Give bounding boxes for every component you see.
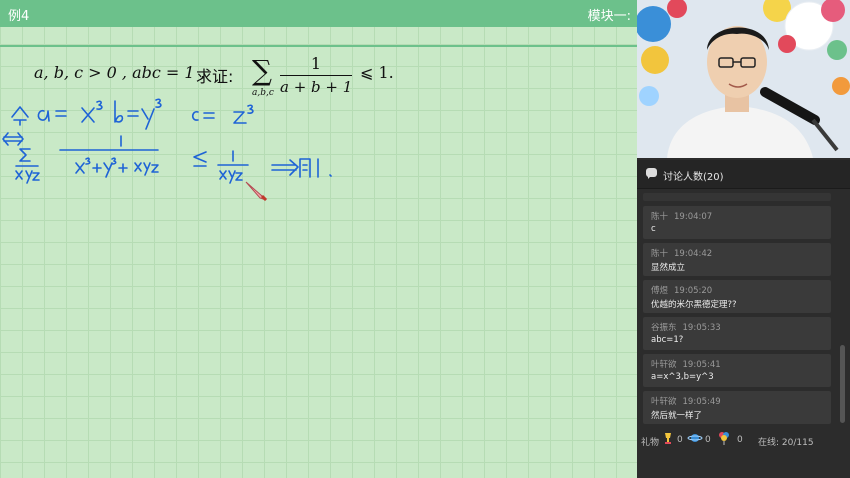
handwritten-annotation (2, 98, 332, 184)
example-title: 例4 (8, 9, 30, 24)
message-time: 19:05:33 (682, 323, 721, 333)
message-user: 傅煜 (651, 286, 669, 296)
message-text: 优越的米尔黑德定理?? (651, 300, 737, 310)
header-divider (0, 45, 637, 47)
whiteboard: 例4 模块一: a, b, c > 0 , abc = 1 , 求证: ∑ a,… (0, 0, 637, 478)
chat-bubble-icon (646, 168, 657, 179)
chat-message: 叶轩欲 19:05:49 然后就一样了 (643, 391, 831, 424)
message-text: a=x^3,b=y^3 (651, 372, 714, 382)
message-text: 然后就一样了 (651, 411, 703, 421)
side-panel: 讨论人数(20) 陈十 19:04:07 c 陈十 19:04:42 显然成立 傅煜… (637, 0, 850, 478)
message-text: abc=1? (651, 335, 684, 345)
gift-count: 0 (737, 435, 743, 445)
fraction-numerator: 1 (310, 54, 322, 73)
fraction: 1 a + b + 1 (280, 54, 352, 96)
gift-label: 礼物 (641, 438, 660, 448)
sum-symbol: ∑ (252, 54, 272, 87)
chat-message-partial (643, 193, 831, 201)
message-user: 叶轩欲 (651, 360, 677, 370)
online-count: 在线: 20/115 (758, 435, 814, 448)
message-user: 谷振东 (651, 323, 677, 333)
module-label: 模块一: (587, 9, 631, 24)
message-user: 叶轩欲 (651, 397, 677, 407)
problem-relation: ⩽ 1. (360, 63, 394, 82)
fraction-denominator: a + b + 1 (280, 78, 353, 96)
online-value: 20/115 (781, 438, 814, 448)
gift-count: 0 (677, 435, 683, 445)
chat-message: 陈十 19:04:07 c (643, 206, 831, 239)
online-label: 在线: (758, 438, 780, 448)
teacher-video (637, 0, 850, 158)
footer-bar: 礼物 0 0 0 在线: 20/115 (637, 428, 850, 452)
chat-message: 谷振东 19:05:33 abc=1? (643, 317, 831, 350)
message-user: 陈十 (651, 249, 669, 259)
discussion-count-label: 讨论人数(20) (663, 172, 724, 183)
problem-condition: a, b, c > 0 , abc = 1 , (34, 63, 205, 82)
message-user: 陈十 (651, 212, 669, 222)
board-header: 例4 模块一: (0, 0, 637, 27)
message-time: 19:04:07 (674, 212, 713, 222)
pen-cursor-icon (245, 181, 268, 202)
message-time: 19:05:49 (682, 397, 721, 407)
chat-message: 叶轩欲 19:05:41 a=x^3,b=y^3 (643, 354, 831, 387)
gift-count: 0 (705, 435, 711, 445)
balloons-gift-icon[interactable] (717, 431, 731, 445)
message-time: 19:05:41 (682, 360, 721, 370)
chat-scrollbar-thumb[interactable] (840, 345, 845, 423)
message-text: 显然成立 (651, 263, 686, 273)
message-time: 19:04:42 (674, 249, 713, 259)
message-text: c (651, 224, 656, 234)
chat-message-list: 陈十 19:04:07 c 陈十 19:04:42 显然成立 傅煜 19:05:20 … (643, 206, 831, 428)
teacher-video-frame (637, 0, 850, 158)
chat-message: 傅煜 19:05:20 优越的米尔黑德定理?? (643, 280, 831, 313)
chat-message: 陈十 19:04:42 显然成立 (643, 243, 831, 276)
message-time: 19:05:20 (674, 286, 713, 296)
trophy-gift-icon[interactable] (661, 431, 675, 445)
chat-header: 讨论人数(20) (637, 160, 850, 189)
planet-gift-icon[interactable] (687, 431, 703, 445)
problem-claim-prefix: 求证: (196, 67, 234, 86)
fraction-bar (280, 75, 352, 76)
